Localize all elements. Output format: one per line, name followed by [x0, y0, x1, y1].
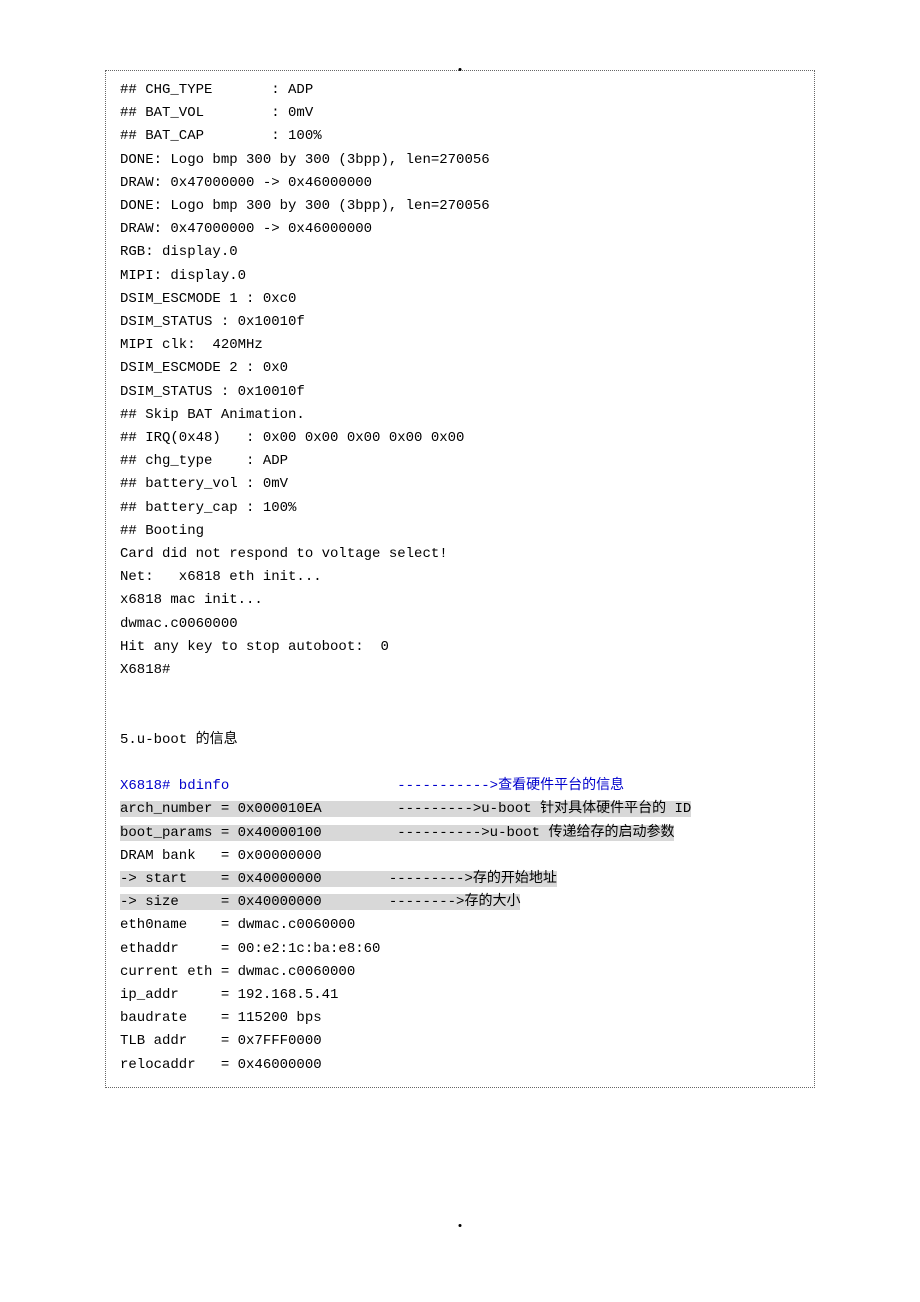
terminal-line: DRAW: 0x47000000 -> 0x46000000: [120, 218, 800, 241]
bdinfo-value: -> start = 0x40000000: [120, 871, 389, 887]
terminal-line: DSIM_ESCMODE 2 : 0x0: [120, 357, 800, 380]
terminal-line: X6818#: [120, 659, 800, 682]
terminal-line: ## CHG_TYPE : ADP: [120, 79, 800, 102]
bdinfo-line-highlighted: -> start = 0x40000000 --------->存的开始地址: [120, 868, 800, 891]
bdinfo-comment: --------->存的开始地址: [389, 871, 557, 887]
bdinfo-line: relocaddr = 0x46000000: [120, 1054, 800, 1077]
bdinfo-comment: --------->u-boot 针对具体硬件平台的 ID: [397, 801, 691, 817]
terminal-line: DSIM_STATUS : 0x10010f: [120, 311, 800, 334]
bdinfo-line-highlighted: arch_number = 0x000010EA --------->u-boo…: [120, 798, 800, 821]
terminal-line: ## Booting: [120, 520, 800, 543]
page-marker-bottom: [459, 1224, 462, 1227]
terminal-line: Card did not respond to voltage select!: [120, 543, 800, 566]
bdinfo-command-line: X6818# bdinfo ----------->查看硬件平台的信息: [120, 775, 800, 798]
terminal-line: ## BAT_VOL : 0mV: [120, 102, 800, 125]
terminal-line: RGB: display.0: [120, 241, 800, 264]
command-text: X6818# bdinfo: [120, 778, 397, 794]
bdinfo-line-highlighted: boot_params = 0x40000100 ---------->u-bo…: [120, 822, 800, 845]
page-marker-top: [459, 68, 462, 71]
terminal-line: MIPI: display.0: [120, 265, 800, 288]
bdinfo-line: eth0name = dwmac.c0060000: [120, 914, 800, 937]
bdinfo-value: arch_number = 0x000010EA: [120, 801, 397, 817]
section-title: 5.u-boot 的信息: [120, 729, 800, 752]
bdinfo-comment: -------->存的大小: [389, 894, 521, 910]
bdinfo-line: TLB addr = 0x7FFF0000: [120, 1030, 800, 1053]
blank-line: [120, 752, 800, 775]
terminal-line: ## battery_cap : 100%: [120, 497, 800, 520]
terminal-line: DONE: Logo bmp 300 by 300 (3bpp), len=27…: [120, 149, 800, 172]
terminal-line: x6818 mac init...: [120, 589, 800, 612]
terminal-line: Net: x6818 eth init...: [120, 566, 800, 589]
terminal-line: ## Skip BAT Animation.: [120, 404, 800, 427]
terminal-line: MIPI clk: 420MHz: [120, 334, 800, 357]
terminal-line: DSIM_ESCMODE 1 : 0xc0: [120, 288, 800, 311]
terminal-line: DSIM_STATUS : 0x10010f: [120, 381, 800, 404]
terminal-line: Hit any key to stop autoboot: 0: [120, 636, 800, 659]
terminal-line: DONE: Logo bmp 300 by 300 (3bpp), len=27…: [120, 195, 800, 218]
terminal-line: ## battery_vol : 0mV: [120, 473, 800, 496]
bdinfo-line: ip_addr = 192.168.5.41: [120, 984, 800, 1007]
terminal-line: DRAW: 0x47000000 -> 0x46000000: [120, 172, 800, 195]
terminal-line: ## IRQ(0x48) : 0x00 0x00 0x00 0x00 0x00: [120, 427, 800, 450]
command-comment: ----------->查看硬件平台的信息: [397, 778, 624, 794]
bdinfo-value: boot_params = 0x40000100: [120, 825, 397, 841]
blank-line: [120, 705, 800, 728]
bdinfo-comment: ---------->u-boot 传递给存的启动参数: [397, 825, 674, 841]
blank-line: [120, 682, 800, 705]
bdinfo-line-highlighted: -> size = 0x40000000 -------->存的大小: [120, 891, 800, 914]
bdinfo-line: baudrate = 115200 bps: [120, 1007, 800, 1030]
bdinfo-value: -> size = 0x40000000: [120, 894, 389, 910]
terminal-line: dwmac.c0060000: [120, 613, 800, 636]
terminal-line: ## BAT_CAP : 100%: [120, 125, 800, 148]
bdinfo-line: ethaddr = 00:e2:1c:ba:e8:60: [120, 938, 800, 961]
terminal-line: ## chg_type : ADP: [120, 450, 800, 473]
bdinfo-line: DRAM bank = 0x00000000: [120, 845, 800, 868]
bdinfo-line: current eth = dwmac.c0060000: [120, 961, 800, 984]
terminal-output-box: ## CHG_TYPE : ADP## BAT_VOL : 0mV## BAT_…: [105, 70, 815, 1088]
